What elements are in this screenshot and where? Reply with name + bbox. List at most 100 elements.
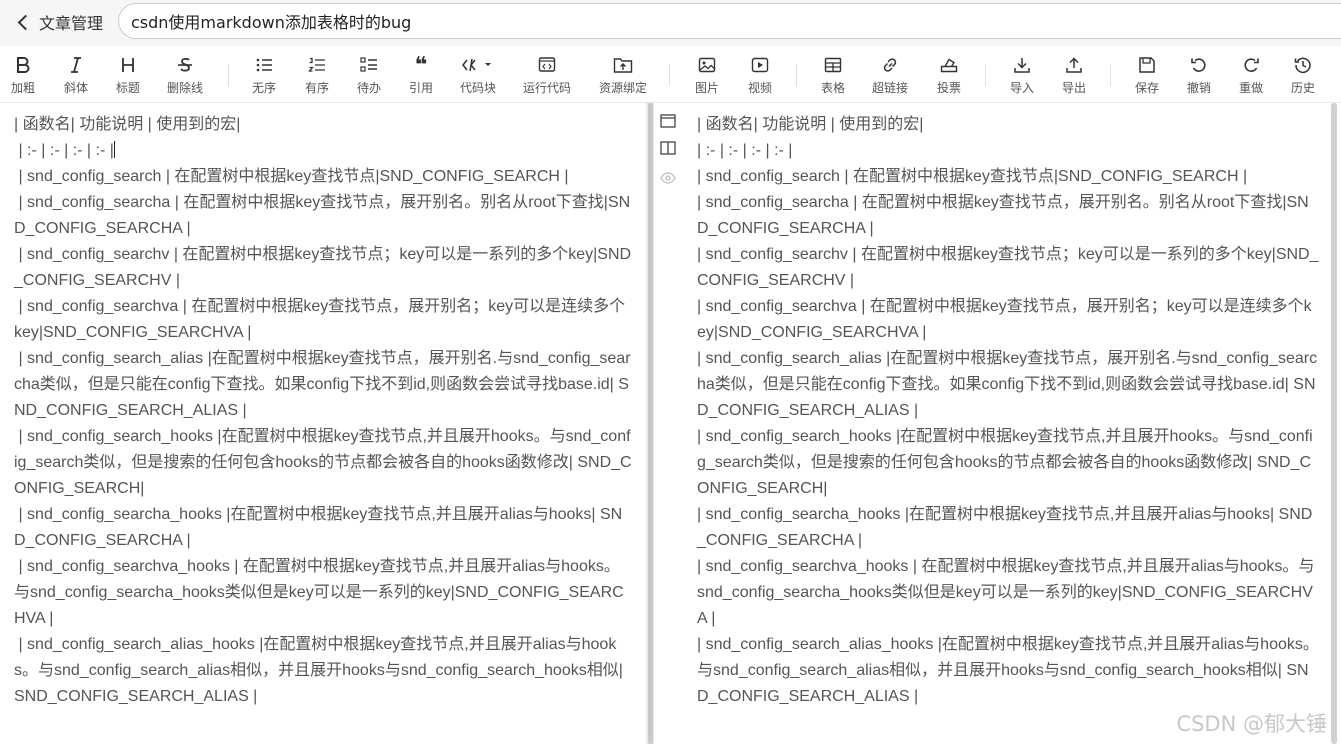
editor-line: | snd_config_searchv | 在配置树中根据key查找节点；ke… (14, 246, 632, 289)
preview-eye-icon[interactable] (660, 170, 676, 186)
toolbar-divider (796, 64, 797, 86)
strikethrough-label: 删除线 (167, 81, 204, 95)
image-button[interactable]: 图片 (695, 54, 719, 96)
single-pane-icon[interactable] (660, 113, 676, 129)
editor-scrollbar[interactable] (646, 103, 654, 744)
image-icon (698, 54, 716, 76)
preview-pane: | 函数名| 功能说明 | 使用到的宏| | :- | :- | :- | :- … (654, 103, 1341, 744)
heading-button[interactable]: 标题 (116, 54, 140, 96)
editor-line: | :- | :- | :- | :- | (14, 141, 115, 159)
preview-line: | snd_config_search_alias |在配置树中根据key查找节… (697, 350, 1318, 419)
preview-line: | snd_config_search | 在配置树中根据key查找节点|SND… (697, 168, 1248, 185)
vote-label: 投票 (937, 81, 962, 95)
code-block-icon (461, 54, 495, 76)
todo-list-button[interactable]: 待办 (357, 54, 381, 96)
italic-button[interactable]: 斜体 (64, 54, 88, 96)
heading-icon (119, 54, 137, 76)
resource-bind-button[interactable]: 资源绑定 (599, 54, 647, 96)
ordered-list-button[interactable]: 有序 (305, 54, 329, 96)
markdown-source-text[interactable]: | 函数名| 功能说明 | 使用到的宏| | :- | :- | :- | :-… (14, 112, 632, 710)
ordered-list-label: 有序 (305, 81, 330, 95)
video-label: 视频 (748, 81, 773, 95)
video-button[interactable]: 视频 (748, 54, 772, 96)
toolbar-divider (985, 64, 986, 86)
unordered-list-button[interactable]: 无序 (252, 54, 276, 96)
editor-toolbar: 加粗 斜体 标题 删除线 无序 有序 待办 ❝ 引用 代码块 运行代码 资源绑定 (0, 46, 1341, 103)
resource-bind-label: 资源绑定 (599, 81, 648, 95)
history-button[interactable]: 历史 (1291, 54, 1315, 96)
chevron-left-icon (17, 14, 34, 30)
redo-button[interactable]: 重做 (1239, 54, 1263, 96)
import-label: 导入 (1010, 81, 1035, 95)
editor-line: | snd_config_search_alias_hooks |在配置树中根据… (14, 636, 628, 705)
back-to-article-management[interactable]: 文章管理 (17, 9, 104, 35)
split-view-icon[interactable] (660, 140, 676, 156)
link-button[interactable]: 超链接 (872, 54, 908, 96)
strikethrough-button[interactable]: 删除线 (167, 54, 203, 96)
editor-line: | snd_config_searcha | 在配置树中根据key查找节点，展开… (14, 194, 631, 237)
undo-label: 撤销 (1187, 81, 1212, 95)
preview-scrollbar[interactable] (1331, 103, 1337, 744)
bold-icon (14, 54, 32, 76)
bold-label: 加粗 (11, 81, 36, 95)
redo-icon (1242, 54, 1260, 76)
preview-line: | snd_config_searchv | 在配置树中根据key查找节点；ke… (697, 246, 1319, 289)
run-code-button[interactable]: 运行代码 (523, 54, 571, 96)
editor-line: | snd_config_search | 在配置树中根据key查找节点|SND… (14, 168, 569, 185)
preview-line: | snd_config_searchva | 在配置树中根据key查找节点，展… (697, 298, 1312, 341)
preview-line: | :- | :- | :- | :- | (697, 142, 793, 159)
link-icon (881, 54, 899, 76)
export-button[interactable]: 导出 (1062, 54, 1086, 96)
code-block-button[interactable]: 代码块 (460, 54, 496, 96)
redo-label: 重做 (1239, 81, 1264, 95)
preview-line: | snd_config_searcha | 在配置树中根据key查找节点，展开… (697, 194, 1309, 237)
unordered-list-icon (255, 54, 273, 76)
editor-line: | snd_config_search_alias |在配置树中根据key查找节… (14, 350, 631, 419)
undo-icon (1190, 54, 1208, 76)
run-code-icon (538, 54, 556, 76)
quote-button[interactable]: ❝ 引用 (409, 52, 433, 96)
top-bar: 文章管理 (0, 0, 1341, 46)
run-code-label: 运行代码 (523, 81, 572, 95)
preview-line: | snd_config_searchva_hooks | 在配置树中根据key… (697, 558, 1315, 627)
export-icon (1065, 54, 1083, 76)
text-cursor (113, 141, 115, 158)
save-button[interactable]: 保存 (1135, 54, 1159, 96)
csdn-watermark: CSDN @郁大锤 (1176, 712, 1327, 736)
toolbar-divider (1110, 64, 1111, 86)
table-icon (824, 54, 842, 76)
import-icon (1013, 54, 1031, 76)
editor-line: | snd_config_searchva_hooks | 在配置树中根据key… (14, 558, 624, 627)
code-block-label: 代码块 (460, 81, 497, 95)
unordered-list-label: 无序 (252, 81, 277, 95)
preview-line: | snd_config_search_alias_hooks |在配置树中根据… (697, 636, 1319, 705)
preview-line: | snd_config_search_hooks |在配置树中根据key查找节… (697, 428, 1313, 497)
editor-line: | snd_config_search_hooks |在配置树中根据key查找节… (14, 428, 632, 497)
todo-list-label: 待办 (357, 81, 382, 95)
back-label: 文章管理 (39, 14, 104, 33)
editor-line: | 函数名| 功能说明 | 使用到的宏| (14, 116, 241, 133)
quote-icon: ❝ (414, 52, 428, 78)
article-title-input[interactable] (118, 3, 1341, 39)
history-label: 历史 (1291, 81, 1316, 95)
todo-list-icon (360, 54, 378, 76)
save-label: 保存 (1135, 81, 1160, 95)
vote-button[interactable]: 投票 (937, 54, 961, 96)
table-button[interactable]: 表格 (821, 54, 845, 96)
resource-bind-icon (613, 54, 633, 76)
markdown-editor[interactable]: | 函数名| 功能说明 | 使用到的宏| | :- | :- | :- | :-… (0, 103, 645, 744)
preview-line: | snd_config_searcha_hooks |在配置树中根据key查找… (697, 506, 1313, 549)
link-label: 超链接 (872, 81, 909, 95)
editor-line: | snd_config_searcha_hooks |在配置树中根据key查找… (14, 506, 623, 549)
editor-scrollbar-thumb[interactable] (648, 103, 653, 744)
video-icon (751, 54, 769, 76)
export-label: 导出 (1062, 81, 1087, 95)
ordered-list-icon (308, 54, 326, 76)
italic-label: 斜体 (64, 81, 89, 95)
bold-button[interactable]: 加粗 (11, 54, 35, 96)
toolbar-divider (669, 64, 670, 86)
vote-icon (940, 54, 958, 76)
undo-button[interactable]: 撤销 (1187, 54, 1211, 96)
import-button[interactable]: 导入 (1010, 54, 1034, 96)
table-label: 表格 (821, 81, 846, 95)
